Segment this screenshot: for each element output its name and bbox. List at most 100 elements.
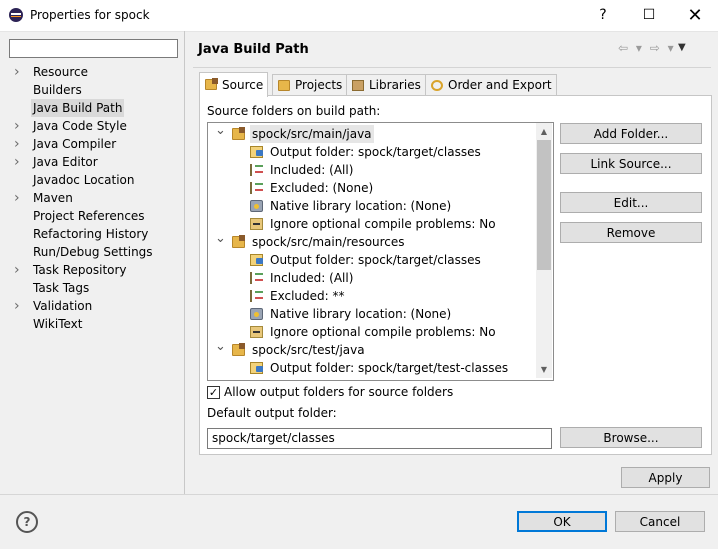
maximize-icon[interactable]: ☐ — [626, 0, 672, 31]
native-library-icon — [250, 308, 263, 320]
expand-arrow-icon[interactable]: › — [14, 153, 24, 171]
nav-item[interactable]: Run/Debug Settings — [10, 243, 180, 261]
history-nav: ⇦ ▾ ⇨ ▾ — [618, 41, 676, 55]
remove-button[interactable]: Remove — [560, 222, 702, 243]
nav-item[interactable]: › Java Editor — [10, 153, 180, 171]
nav-item[interactable]: › Resource — [10, 63, 180, 81]
browse-button[interactable]: Browse... — [560, 427, 702, 448]
allow-output-checkbox[interactable]: ✓ — [207, 386, 220, 399]
source-folders-label: Source folders on build path: — [207, 104, 381, 118]
expand-arrow-icon[interactable]: › — [14, 117, 24, 135]
scroll-up-icon[interactable]: ▲ — [536, 123, 552, 140]
nav-item-label: Java Editor — [33, 155, 98, 169]
tree-node-label: spock/src/main/resources — [252, 235, 405, 249]
help-icon[interactable]: ? — [16, 511, 38, 533]
edit-button[interactable]: Edit... — [560, 192, 702, 213]
nav-item[interactable]: Project References — [10, 207, 180, 225]
collapse-arrow-icon[interactable]: ⌄ — [215, 338, 226, 356]
footer-divider — [0, 494, 718, 495]
expand-arrow-icon[interactable]: › — [14, 261, 24, 279]
nav-item-label: Maven — [33, 191, 73, 205]
filter-icon — [250, 290, 263, 302]
project-icon — [278, 80, 290, 91]
nav-item[interactable]: › Java Compiler — [10, 135, 180, 153]
expand-arrow-icon[interactable]: › — [14, 63, 24, 81]
tree-node-label: Native library location: (None) — [270, 307, 452, 321]
nav-item[interactable]: Java Build Path — [10, 99, 180, 117]
nav-item-label: Resource — [33, 65, 89, 79]
expand-arrow-icon[interactable]: › — [14, 135, 24, 153]
tree-node-label: Native library location: (None) — [270, 199, 452, 213]
nav-item-label: Java Build Path — [31, 99, 125, 117]
nav-item[interactable]: › Java Code Style — [10, 117, 180, 135]
eclipse-icon — [9, 8, 23, 22]
output-folder-icon — [250, 146, 263, 158]
ignore-problems-icon — [250, 326, 263, 338]
tree-node-label: Included: (All) — [270, 163, 354, 177]
expand-arrow-icon[interactable]: › — [14, 297, 24, 315]
tab-label: Source — [222, 78, 264, 92]
tab-libraries[interactable]: Libraries — [346, 74, 426, 96]
tree-node-label: Output folder: spock/target/classes — [270, 253, 481, 267]
filter-icon — [250, 164, 263, 176]
tree-node-label: Excluded: (None) — [270, 181, 374, 195]
default-output-field[interactable]: spock/target/classes — [207, 428, 552, 449]
filter-icon — [250, 182, 263, 194]
nav-item-label: Task Tags — [33, 281, 90, 295]
title-bar: Properties for spock ? ☐ ✕ — [0, 0, 718, 32]
tab-label: Projects — [295, 78, 343, 92]
nav-item[interactable]: › Validation — [10, 297, 180, 315]
help-icon[interactable]: ? — [580, 0, 626, 31]
nav-item[interactable]: Task Tags — [10, 279, 180, 297]
output-folder-icon — [250, 362, 263, 374]
add-folder-button[interactable]: Add Folder... — [560, 123, 702, 144]
library-icon — [352, 80, 364, 91]
tab-label: Order and Export — [448, 78, 552, 92]
nav-item[interactable]: WikiText — [10, 315, 180, 333]
tree-scrollbar[interactable]: ▲ ▼ — [536, 123, 552, 378]
nav-item-label: Builders — [33, 83, 82, 97]
filter-icon — [250, 272, 263, 284]
ok-button[interactable]: OK — [517, 511, 607, 532]
collapse-arrow-icon[interactable]: ⌄ — [215, 123, 226, 140]
nav-item-label: WikiText — [33, 317, 83, 331]
collapse-arrow-icon[interactable]: ⌄ — [215, 230, 226, 248]
tab-order-export[interactable]: Order and Export — [425, 74, 557, 96]
scroll-down-icon[interactable]: ▼ — [536, 361, 552, 378]
tree-node-label: Ignore optional compile problems: No — [270, 217, 496, 231]
allow-output-label: Allow output folders for source folders — [224, 385, 454, 399]
source-folder-icon — [232, 127, 245, 140]
tab-projects[interactable]: Projects — [272, 74, 348, 96]
close-icon[interactable]: ✕ — [672, 0, 718, 31]
pane-splitter[interactable] — [184, 31, 185, 494]
nav-item[interactable]: › Task Repository — [10, 261, 180, 279]
source-folders-tree[interactable]: ⌄ spock/src/main/java Output folder: spock… — [207, 122, 554, 381]
nav-item-label: Javadoc Location — [33, 173, 135, 187]
nav-item[interactable]: Builders — [10, 81, 180, 99]
back-icon[interactable]: ⇦ ▾ — [618, 41, 644, 55]
nav-item-label: Refactoring History — [33, 227, 149, 241]
tab-source[interactable]: Source — [199, 72, 269, 97]
forward-icon[interactable]: ⇨ ▾ — [650, 41, 676, 55]
nav-item[interactable]: Javadoc Location — [10, 171, 180, 189]
apply-button[interactable]: Apply — [621, 467, 710, 488]
header-divider — [193, 67, 711, 68]
nav-item-label: Run/Debug Settings — [33, 245, 153, 259]
view-menu-icon[interactable]: ▼ — [678, 42, 686, 53]
link-source-button[interactable]: Link Source... — [560, 153, 702, 174]
source-folder-icon — [205, 78, 218, 90]
source-folder-icon — [232, 343, 245, 356]
default-output-label: Default output folder: — [207, 406, 337, 420]
nav-item-label: Java Code Style — [33, 119, 127, 133]
cancel-button[interactable]: Cancel — [615, 511, 705, 532]
nav-item[interactable]: Refactoring History — [10, 225, 180, 243]
scroll-thumb[interactable] — [537, 140, 551, 270]
nav-item[interactable]: › Maven — [10, 189, 180, 207]
tree-node-label: Output folder: spock/target/classes — [270, 145, 481, 159]
nav-item-label: Validation — [33, 299, 93, 313]
order-icon — [431, 80, 443, 91]
filter-input[interactable] — [9, 39, 178, 58]
nav-item-label: Project References — [33, 209, 145, 223]
tree-node-label: Excluded: ** — [270, 289, 345, 303]
expand-arrow-icon[interactable]: › — [14, 189, 24, 207]
